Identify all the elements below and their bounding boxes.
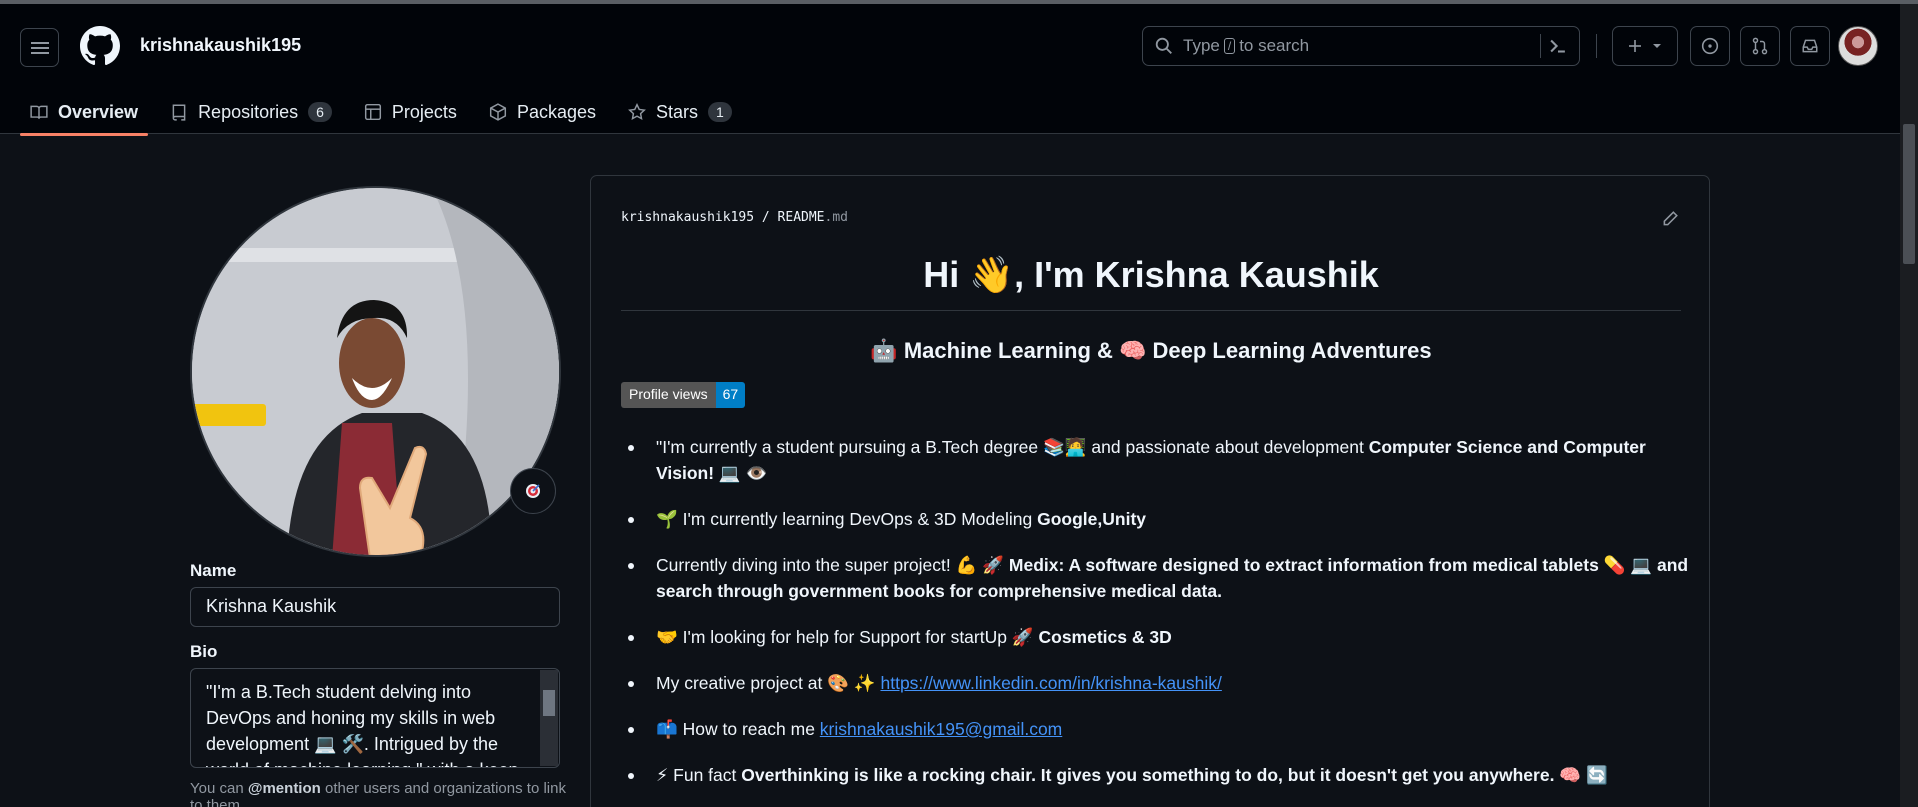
item-text: ⚡ Fun fact bbox=[656, 765, 742, 785]
repo-icon bbox=[172, 104, 186, 121]
search-input[interactable]: Type / to search bbox=[1142, 26, 1580, 66]
tab-stars[interactable]: Stars 1 bbox=[618, 90, 742, 134]
header-divider bbox=[1596, 34, 1597, 58]
tab-overview-label: Overview bbox=[58, 101, 139, 122]
search-icon bbox=[1155, 37, 1172, 54]
bio-text: "I'm a B.Tech student delving into DevOp… bbox=[206, 682, 519, 767]
profile-views-label: Profile views bbox=[621, 382, 716, 408]
stars-count: 1 bbox=[708, 102, 732, 122]
book-icon bbox=[30, 105, 48, 119]
page-scrollbar[interactable] bbox=[1900, 4, 1918, 807]
pull-request-icon bbox=[1752, 37, 1768, 55]
tab-overview[interactable]: Overview bbox=[20, 90, 149, 136]
readme-breadcrumb: krishnakaushik195 / README.md bbox=[621, 210, 848, 225]
list-item: 📫 How to reach me krishnakaushik195@gmai… bbox=[621, 716, 1691, 742]
tab-stars-label: Stars bbox=[656, 101, 699, 122]
chevron-down-icon bbox=[1653, 44, 1661, 48]
mention-hint-post: other users and organizations to link to… bbox=[190, 780, 566, 807]
readme-list: "I'm currently a student pursuing a B.Te… bbox=[621, 434, 1691, 807]
name-field[interactable]: Krishna Kaushik bbox=[190, 587, 560, 627]
pull-requests-button[interactable] bbox=[1740, 26, 1780, 66]
email-link[interactable]: krishnakaushik195@gmail.com bbox=[820, 719, 1062, 739]
item-text: "I'm currently a student pursuing a B.Te… bbox=[656, 437, 1369, 457]
bio-field[interactable]: "I'm a B.Tech student delving into DevOp… bbox=[190, 668, 560, 768]
bio-label: Bio bbox=[190, 642, 218, 661]
target-emoji-icon bbox=[526, 484, 540, 498]
user-avatar[interactable] bbox=[1838, 26, 1878, 66]
inbox-button[interactable] bbox=[1790, 26, 1830, 66]
command-palette-icon[interactable] bbox=[1547, 35, 1569, 57]
star-icon bbox=[628, 103, 646, 121]
profile-photo[interactable] bbox=[190, 186, 561, 557]
page-scrollbar-thumb[interactable] bbox=[1903, 124, 1915, 264]
package-icon bbox=[489, 103, 506, 121]
profile-photo-image bbox=[192, 188, 559, 555]
item-bold: Overthinking is like a rocking chair. It… bbox=[741, 765, 1608, 785]
issues-icon bbox=[1701, 37, 1719, 55]
breadcrumb-separator: / bbox=[761, 210, 770, 225]
item-text: 📫 How to reach me bbox=[656, 719, 820, 739]
mention-hint: You can @mention other users and organiz… bbox=[190, 780, 570, 807]
set-status-button[interactable] bbox=[510, 468, 556, 514]
tab-packages[interactable]: Packages bbox=[479, 90, 606, 134]
tab-packages-label: Packages bbox=[516, 101, 596, 122]
linkedin-link[interactable]: https://www.linkedin.com/in/krishna-kaus… bbox=[880, 673, 1221, 693]
item-text: Currently diving into the super project!… bbox=[656, 555, 1009, 575]
search-shortcut-key: / bbox=[1223, 38, 1236, 54]
pencil-icon[interactable] bbox=[1661, 210, 1679, 228]
readme-title: Hi 👋, I'm Krishna Kaushik bbox=[621, 254, 1681, 311]
table-icon bbox=[364, 103, 381, 121]
item-text: 🤝 I'm looking for help for Support for s… bbox=[656, 627, 1039, 647]
list-item: "I'm currently a student pursuing a B.Te… bbox=[621, 434, 1691, 486]
tab-projects[interactable]: Projects bbox=[354, 90, 467, 134]
profile-views-count: 67 bbox=[715, 382, 746, 408]
readme-extension: .md bbox=[824, 210, 848, 225]
search-prefix: Type bbox=[1183, 36, 1220, 55]
github-header: krishnakaushik195 Type / to search Overv… bbox=[0, 4, 1900, 136]
create-new-button[interactable] bbox=[1612, 26, 1678, 66]
item-bold: Cosmetics & 3D bbox=[1038, 627, 1172, 647]
item-bold: Google,Unity bbox=[1037, 509, 1147, 529]
bio-scrollbar[interactable] bbox=[540, 670, 558, 766]
profile-tabs: Overview Repositories 6 Projects Package… bbox=[20, 90, 754, 136]
plus-icon bbox=[1629, 40, 1641, 52]
readme-card: krishnakaushik195 / README.md Hi 👋, I'm … bbox=[590, 175, 1710, 807]
readme-filename: README bbox=[777, 210, 825, 225]
issues-button[interactable] bbox=[1690, 26, 1730, 66]
item-text: My creative project at 🎨 ✨ bbox=[656, 673, 881, 693]
list-item: My creative project at 🎨 ✨ https://www.l… bbox=[621, 670, 1691, 696]
tab-projects-label: Projects bbox=[391, 101, 457, 122]
mention-hint-mention: @mention bbox=[247, 780, 321, 797]
header-username[interactable]: krishnakaushik195 bbox=[140, 35, 301, 56]
github-logo-icon[interactable] bbox=[80, 26, 120, 66]
repositories-count: 6 bbox=[308, 102, 332, 122]
mention-hint-pre: You can bbox=[190, 780, 244, 797]
search-divider bbox=[1540, 34, 1541, 58]
readme-subtitle: 🤖 Machine Learning & 🧠 Deep Learning Adv… bbox=[870, 338, 1432, 363]
profile-views-badge: Profile views 67 bbox=[621, 382, 746, 408]
name-label: Name bbox=[190, 561, 237, 580]
list-item: Currently diving into the super project!… bbox=[621, 552, 1691, 604]
hamburger-icon bbox=[30, 41, 49, 54]
list-item: 🌱 I'm currently learning DevOps & 3D Mod… bbox=[621, 506, 1691, 532]
inbox-icon bbox=[1802, 39, 1818, 53]
menu-button[interactable] bbox=[20, 28, 59, 67]
search-suffix: to search bbox=[1239, 36, 1310, 55]
tab-repositories-label: Repositories bbox=[198, 101, 299, 122]
tab-repositories[interactable]: Repositories 6 bbox=[160, 90, 342, 134]
bio-scrollbar-thumb[interactable] bbox=[543, 690, 555, 716]
list-item: 🤝 I'm looking for help for Support for s… bbox=[621, 624, 1691, 650]
list-item: ⚡ Fun fact Overthinking is like a rockin… bbox=[621, 762, 1691, 788]
readme-repo-link[interactable]: krishnakaushik195 bbox=[621, 210, 754, 225]
item-text: 🌱 I'm currently learning DevOps & 3D Mod… bbox=[656, 509, 1038, 529]
